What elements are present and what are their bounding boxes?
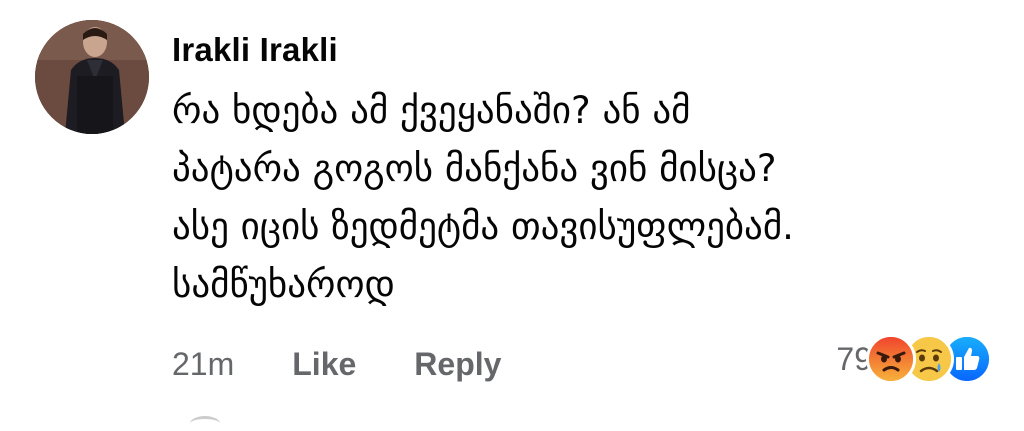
comment-author[interactable]: Irakli Irakli	[172, 22, 1002, 78]
reaction-summary[interactable]: 79	[836, 334, 992, 384]
comment-timestamp[interactable]: 21m	[172, 346, 234, 383]
angry-reaction-icon	[866, 334, 916, 384]
comment-bubble: Irakli Irakli რა ხდება ამ ქვეყანაში? ან …	[172, 22, 1002, 314]
like-button[interactable]: Like	[292, 346, 356, 383]
avatar[interactable]	[35, 20, 149, 134]
comment-text: რა ხდება ამ ქვეყანაში? ან ამ პატარა გოგო…	[172, 89, 794, 306]
next-comment-edge	[190, 416, 220, 431]
reply-button[interactable]: Reply	[414, 346, 501, 383]
profile-photo-icon	[35, 20, 149, 134]
comment-actions: 21m Like Reply	[172, 342, 501, 386]
